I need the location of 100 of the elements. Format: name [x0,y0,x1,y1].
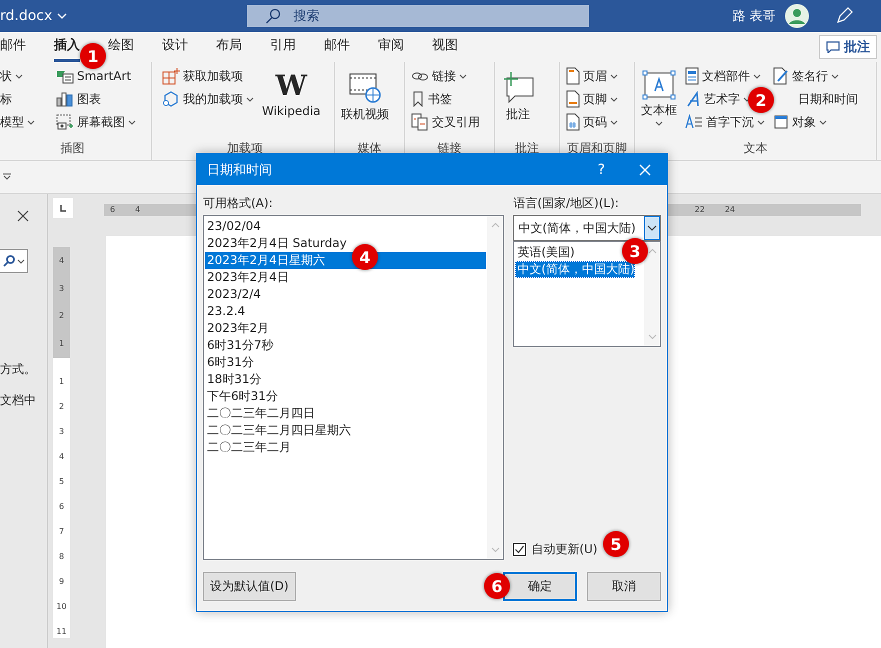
ruler-number: 3 [58,282,64,295]
ribbon-button[interactable]: 图表 [77,90,101,108]
help-button[interactable]: ? [594,162,609,178]
ribbon-tab[interactable]: 引用 [270,32,296,62]
list-item[interactable]: 6时31分7秒 [205,337,486,354]
ribbon-button[interactable]: 屏幕截图 [77,114,125,130]
list-item[interactable]: 二〇二三年二月四日星期六 [205,422,486,439]
group-label: 页眉和页脚 [566,140,628,157]
smartart-icon [56,68,74,84]
ribbon-tab[interactable]: 邮件 [0,32,26,62]
hexagon-icon [162,90,180,108]
user-name: 路 表哥 [732,8,776,25]
field-label: 语言(国家/地区)(L): [513,195,620,212]
ribbon-button[interactable]: 文本框 [641,102,677,119]
ruler-number: 24 [724,204,735,216]
search-input[interactable]: 搜索 [291,8,496,24]
comment-icon [826,41,840,53]
list-item[interactable]: 18时31分 [205,371,486,388]
list-item[interactable]: 2023/2/4 [205,286,486,303]
caret-icon [57,13,68,19]
dialog-title: 日期和时间 [207,162,273,178]
ribbon-button[interactable]: 书签 [428,90,452,108]
search-field[interactable]: 搜索 [247,5,590,27]
bar-chart-icon [56,91,74,107]
language-dropdown[interactable]: 中文(简体，中国大陆) [513,215,661,241]
list-item[interactable]: 二〇二三年二月 [205,439,486,456]
list-item[interactable]: 二〇二三年二月四日 [205,405,486,422]
signature-icon [773,67,789,85]
ribbon-button[interactable]: 艺术字 [704,90,740,108]
list-item[interactable]: 2023年2月4日 [205,269,486,286]
list-item[interactable]: 23/02/04 [205,218,486,235]
list-item[interactable]: 6时31分 [205,354,486,371]
tab-stop-icon [53,198,73,218]
ribbon-button[interactable]: 联机视频 [341,106,389,123]
group-label: 链接 [436,140,462,157]
ribbon-button[interactable]: Wikipedia [262,104,321,118]
ribbon-tab[interactable]: 绘图 [108,32,134,62]
ribbon-tab[interactable]: 视图 [432,32,458,62]
ribbon-button[interactable]: 页眉 [583,68,607,84]
ribbon-button[interactable]: 交叉引用 [432,114,480,130]
document-parts-icon [685,67,699,85]
dialog-button[interactable]: 设为默认值(D) [203,572,296,601]
ribbon-button[interactable]: SmartArt [77,69,132,83]
ruler-number: 6 [110,204,116,216]
search-icon [265,8,282,24]
list-item[interactable]: 23.2.4 [205,303,486,320]
object-icon [773,114,789,130]
list-item[interactable]: 下午6时31分 [205,388,486,405]
ribbon-button[interactable]: 页码 [583,114,607,130]
group-label: 插图 [60,140,86,157]
bookmark-icon [411,91,425,107]
ruler-number: 8 [58,551,64,563]
close-icon [17,210,29,222]
search-icon [3,255,15,267]
ruler-number: 2 [58,401,64,413]
ribbon-button[interactable]: 对象 [792,114,816,130]
ruler-number: 4 [135,204,140,216]
dialog-button[interactable]: 确定 [503,572,577,601]
avatar-icon [785,4,810,28]
ruler-number: 4 [58,254,64,267]
ribbon-button[interactable]: 获取加载项 [183,68,243,84]
ribbon-button[interactable]: 页脚 [583,90,607,108]
group-label: 加载项 [226,140,264,157]
drop-cap-icon [685,114,703,130]
customize-icon [2,173,12,181]
add-in-grid-icon [162,67,180,85]
scroll-down-icon [648,334,656,340]
ribbon-button[interactable]: 状 [0,68,12,84]
ruler-number: 9 [58,576,64,588]
ribbon-button[interactable]: 链接 [432,68,456,84]
list-item[interactable]: 中文(简体，中国大陆) [515,261,635,278]
ribbon-tab[interactable]: 布局 [216,32,242,62]
ruler-number: 5 [58,476,64,488]
header-icon [566,67,580,85]
ruler-number: 1 [58,338,64,350]
field-label: 可用格式(A): [203,195,274,212]
checkbox[interactable] [513,543,526,556]
ribbon-tab[interactable]: 邮件 [324,32,350,62]
pen-icon [835,7,854,25]
ribbon-button[interactable]: 批注 [506,106,530,123]
list-item[interactable]: 英语(美国) [515,244,575,261]
ribbon-button[interactable]: 签名行 [792,68,828,84]
ribbon-tab[interactable]: 审阅 [378,32,404,62]
ribbon-button[interactable]: 文档部件 [702,68,750,84]
ribbon-button[interactable]: 标 [0,90,12,108]
text-box-icon [642,70,676,100]
ribbon-button[interactable]: 模型 [0,114,24,130]
ribbon-tab[interactable]: 设计 [162,32,188,62]
ribbon-button[interactable]: 首字下沉 [706,114,754,130]
search-field[interactable] [0,249,28,273]
ribbon-button[interactable]: 我的加载项 [183,90,243,108]
pane-text: 文档中 [0,392,37,409]
list-item[interactable]: 2023年2月 [205,320,486,337]
comments-button[interactable]: 批注 [819,35,877,59]
pane-text: 方式。 [0,361,37,378]
dialog-button[interactable]: 取消 [587,572,661,601]
screenshot-icon [56,114,74,130]
ruler-number: 3 [58,426,64,438]
ribbon-button[interactable]: 日期和时间 [798,90,858,108]
group-label: 批注 [514,140,540,157]
